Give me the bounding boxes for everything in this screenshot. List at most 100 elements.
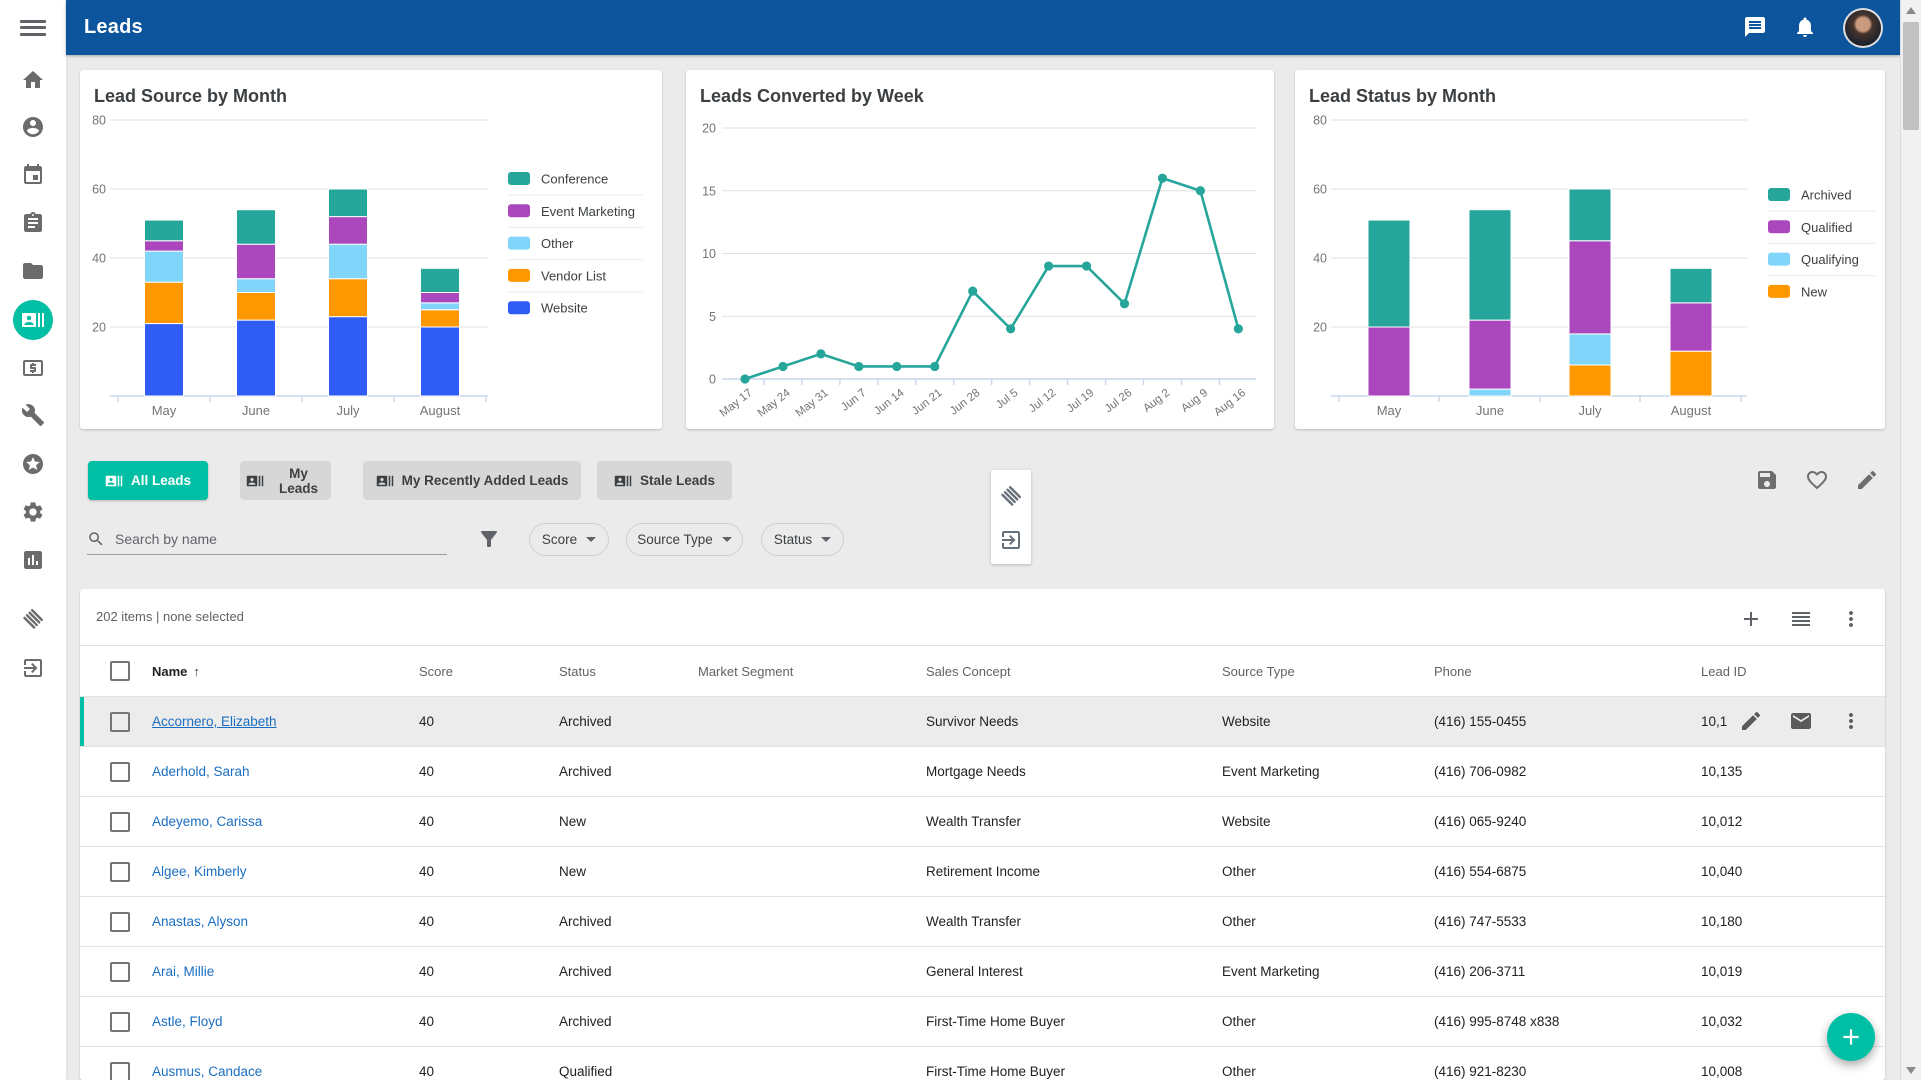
legend-swatch[interactable] — [1768, 285, 1790, 298]
lead-name-link[interactable]: Ausmus, Candace — [152, 1064, 262, 1079]
save-view-icon[interactable] — [1755, 468, 1779, 492]
hamburger-menu-icon[interactable] — [20, 20, 46, 36]
line-point[interactable] — [1158, 174, 1167, 183]
line-point[interactable] — [1082, 261, 1091, 270]
row-more-options-icon[interactable] — [1839, 709, 1863, 733]
scrollbar-thumb[interactable] — [1903, 22, 1919, 130]
legend-swatch[interactable] — [508, 204, 530, 217]
bar-segment-qualified[interactable] — [1670, 303, 1712, 351]
sidebar-item-documents[interactable] — [13, 251, 53, 291]
sidebar-item-favorites[interactable] — [13, 444, 53, 484]
user-avatar[interactable] — [1843, 8, 1883, 48]
column-header-source-type[interactable]: Source Type — [1222, 664, 1434, 679]
line-point[interactable] — [1044, 261, 1053, 270]
column-header-market-segment[interactable]: Market Segment — [698, 664, 926, 679]
row-checkbox[interactable] — [110, 862, 130, 882]
legend-swatch[interactable] — [1768, 253, 1790, 266]
bar-segment-vendor-list[interactable] — [329, 279, 368, 317]
favorite-icon[interactable] — [1805, 468, 1829, 492]
lead-name-link[interactable]: Aderhold, Sarah — [152, 764, 250, 779]
sidebar-item-tools[interactable] — [13, 395, 53, 435]
legend-swatch[interactable] — [508, 301, 530, 314]
bar-segment-vendor-list[interactable] — [145, 282, 184, 323]
add-lead-fab[interactable] — [1827, 1013, 1875, 1061]
tab-stale-leads[interactable]: Stale Leads — [597, 461, 732, 500]
bar-segment-website[interactable] — [421, 327, 460, 396]
scroll-up-button[interactable] — [1901, 0, 1921, 20]
table-row[interactable]: Arai, Millie40ArchivedGeneral InterestEv… — [80, 946, 1885, 996]
bar-segment-event-marketing[interactable] — [421, 293, 460, 303]
list-view-icon[interactable] — [1789, 607, 1813, 631]
bar-segment-new[interactable] — [1569, 365, 1611, 396]
bar-segment-qualified[interactable] — [1469, 320, 1511, 389]
legend-label[interactable]: Event Marketing — [541, 204, 635, 219]
bar-segment-other[interactable] — [145, 251, 184, 282]
sidebar-item-leads-active[interactable] — [13, 300, 53, 340]
bar-segment-vendor-list[interactable] — [421, 310, 460, 327]
row-checkbox[interactable] — [110, 812, 130, 832]
sidebar-item-exit[interactable] — [13, 648, 53, 688]
legend-label[interactable]: Other — [541, 236, 574, 251]
lead-name-link[interactable]: Adeyemo, Carissa — [152, 814, 262, 829]
legend-swatch[interactable] — [1768, 220, 1790, 233]
row-checkbox[interactable] — [110, 962, 130, 982]
table-row[interactable]: Algee, Kimberly40NewRetirement IncomeOth… — [80, 846, 1885, 896]
source-type-dropdown[interactable]: Source Type — [626, 523, 743, 556]
legend-label[interactable]: Qualifying — [1801, 252, 1859, 267]
bar-segment-event-marketing[interactable] — [237, 244, 276, 279]
sidebar-item-reports[interactable] — [13, 540, 53, 580]
bar-segment-conference[interactable] — [237, 210, 276, 245]
line-point[interactable] — [854, 362, 863, 371]
legend-label[interactable]: Vendor List — [541, 268, 606, 283]
line-point[interactable] — [778, 362, 787, 371]
row-email-icon[interactable] — [1789, 709, 1813, 733]
legend-label[interactable]: Archived — [1801, 188, 1852, 203]
column-header-score[interactable]: Score — [419, 664, 559, 679]
exit-icon[interactable] — [999, 528, 1023, 552]
sort-asc-icon[interactable]: ↑ — [193, 664, 200, 679]
legend-label[interactable]: New — [1801, 284, 1828, 299]
bar-segment-new[interactable] — [1670, 351, 1712, 396]
line-point[interactable] — [1196, 186, 1205, 195]
select-all-checkbox[interactable] — [110, 661, 130, 681]
line-point[interactable] — [892, 362, 901, 371]
row-checkbox[interactable] — [110, 1062, 130, 1080]
sidebar-item-calendar[interactable] — [13, 155, 53, 195]
sidebar-item-settings[interactable] — [13, 492, 53, 532]
bar-segment-other[interactable] — [237, 279, 276, 293]
line-point[interactable] — [816, 349, 825, 358]
legend-swatch[interactable] — [508, 237, 530, 250]
legend-swatch[interactable] — [508, 172, 530, 185]
lead-name-link[interactable]: Accornero, Elizabeth — [152, 714, 277, 729]
bar-segment-conference[interactable] — [145, 220, 184, 241]
bar-segment-archived[interactable] — [1569, 189, 1611, 241]
chat-icon[interactable] — [1743, 15, 1769, 41]
line-point[interactable] — [1234, 324, 1243, 333]
tab-all-leads[interactable]: All Leads — [88, 461, 208, 500]
bar-segment-qualifying[interactable] — [1469, 389, 1511, 396]
lead-name-link[interactable]: Arai, Millie — [152, 964, 214, 979]
add-lead-icon[interactable] — [1739, 607, 1763, 631]
sidebar-item-home[interactable] — [13, 60, 53, 100]
table-row[interactable]: Aderhold, Sarah40ArchivedMortgage NeedsE… — [80, 746, 1885, 796]
bar-segment-qualified[interactable] — [1368, 327, 1410, 396]
bar-segment-event-marketing[interactable] — [329, 217, 368, 245]
search-input[interactable] — [113, 530, 447, 548]
bar-segment-archived[interactable] — [1368, 220, 1410, 327]
sidebar-item-tasks[interactable] — [13, 203, 53, 243]
edit-view-icon[interactable] — [1855, 468, 1879, 492]
line-point[interactable] — [968, 287, 977, 296]
bar-segment-other[interactable] — [329, 244, 368, 279]
line-point[interactable] — [930, 362, 939, 371]
legend-swatch[interactable] — [1768, 188, 1790, 201]
score-dropdown[interactable]: Score — [529, 523, 609, 556]
sidebar-item-handshake[interactable] — [13, 599, 53, 639]
filter-funnel-icon[interactable] — [477, 527, 501, 551]
line-point[interactable] — [1006, 324, 1015, 333]
row-checkbox[interactable] — [110, 1012, 130, 1032]
line-point[interactable] — [1120, 299, 1129, 308]
row-edit-icon[interactable] — [1739, 709, 1763, 733]
bar-segment-vendor-list[interactable] — [237, 293, 276, 321]
bar-segment-other[interactable] — [421, 303, 460, 310]
bar-segment-conference[interactable] — [421, 268, 460, 292]
